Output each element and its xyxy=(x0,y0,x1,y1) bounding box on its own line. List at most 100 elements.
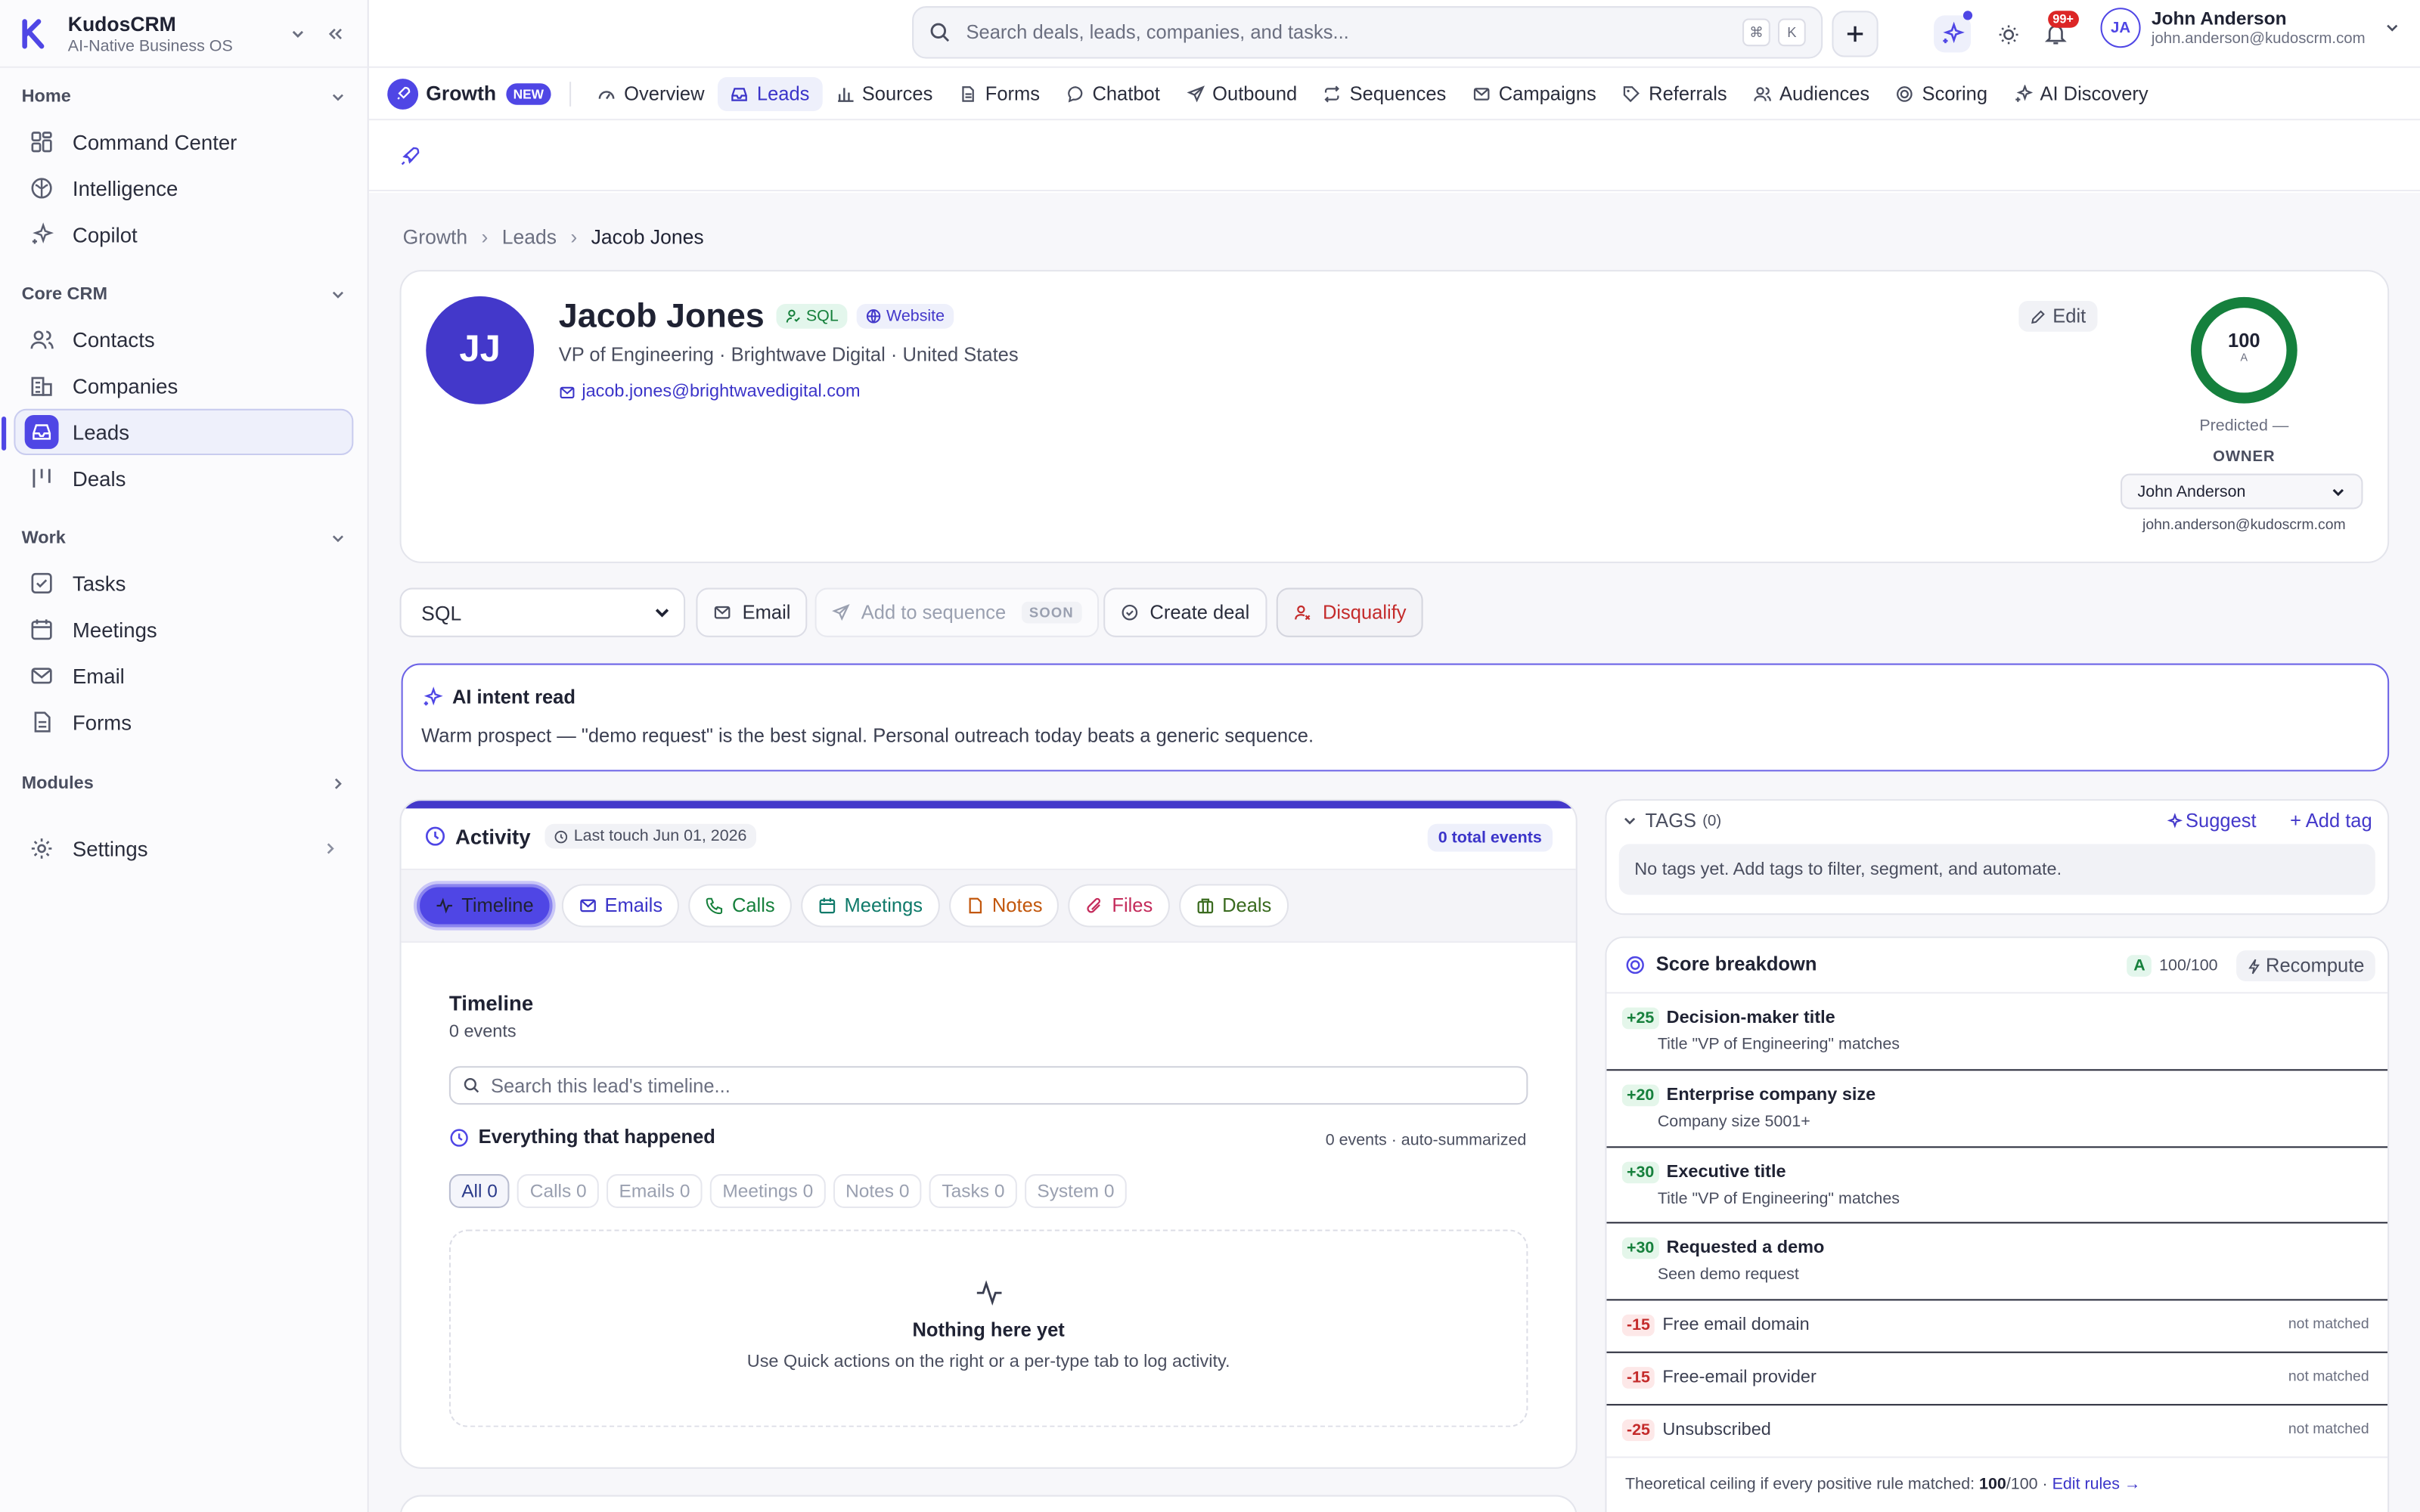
activity-icon xyxy=(976,1280,1002,1306)
activity-title: Activity xyxy=(455,824,531,848)
theme-toggle[interactable] xyxy=(1990,15,2027,52)
tab-sources[interactable]: Sources xyxy=(824,76,945,110)
filter-calls[interactable]: Calls 0 xyxy=(517,1174,599,1208)
sidebar-item-copilot[interactable]: Copilot xyxy=(14,212,353,258)
tab-ai-discovery[interactable]: AI Discovery xyxy=(2001,76,2161,110)
tab-referrals[interactable]: Referrals xyxy=(1610,76,1739,110)
tab-label: Sequences xyxy=(1349,82,1447,104)
section-home[interactable]: Home xyxy=(0,80,368,114)
filter-tasks[interactable]: Tasks 0 xyxy=(929,1174,1017,1208)
send-icon xyxy=(832,603,850,621)
rule-delta: +25 xyxy=(1621,1007,1659,1030)
mail-icon xyxy=(579,899,596,912)
user-menu[interactable]: JA John Anderson john.anderson@kudoscrm.… xyxy=(2100,8,2400,48)
search-input[interactable]: Search deals, leads, companies, and task… xyxy=(966,22,1735,44)
tab-files[interactable]: Files xyxy=(1069,884,1170,928)
tab-notes[interactable]: Notes xyxy=(948,884,1060,928)
breadcrumb-growth[interactable]: Growth xyxy=(403,225,468,249)
tab-audiences[interactable]: Audiences xyxy=(1741,76,1882,110)
sidebar-item-deals[interactable]: Deals xyxy=(14,455,353,501)
timeline-search[interactable]: Search this lead's timeline... xyxy=(448,1066,1528,1105)
tab-scoring[interactable]: Scoring xyxy=(1884,76,2000,110)
repeat-icon xyxy=(1325,85,1340,102)
sidebar-item-intelligence[interactable]: Intelligence xyxy=(14,165,353,211)
sidebar-item-label: Copilot xyxy=(72,222,138,246)
sidebar-item-companies[interactable]: Companies xyxy=(14,363,353,409)
score-rule: +25 Decision-maker title Title "VP of Eng… xyxy=(1606,993,2388,1071)
gear-icon xyxy=(31,838,52,859)
disqualify-button[interactable]: Disqualify xyxy=(1276,587,1424,637)
tab-campaigns[interactable]: Campaigns xyxy=(1460,76,1609,110)
lead-name: Jacob Jones xyxy=(558,296,765,335)
rule-title: Requested a demo xyxy=(1666,1238,1825,1258)
tab-deals[interactable]: Deals xyxy=(1178,884,1289,928)
email-button[interactable]: Email xyxy=(696,587,808,637)
inbox-icon xyxy=(33,424,51,440)
tab-label: Outbound xyxy=(1212,82,1298,104)
rule-title: Decision-maker title xyxy=(1666,1009,1835,1028)
section-modules[interactable]: Modules xyxy=(0,767,368,801)
owner-select[interactable]: John Anderson xyxy=(2121,473,2363,510)
kudos-logo xyxy=(18,16,52,50)
filter-notes[interactable]: Notes 0 xyxy=(833,1174,922,1208)
create-new-button[interactable] xyxy=(1832,11,1879,57)
chat-bubble-icon xyxy=(1067,85,1082,102)
sidebar-item-tasks[interactable]: Tasks xyxy=(14,560,353,606)
tab-forms[interactable]: Forms xyxy=(947,76,1053,110)
global-search[interactable]: Search deals, leads, companies, and task… xyxy=(912,6,1823,59)
add-to-sequence-button[interactable]: Add to sequence SOON xyxy=(814,587,1099,637)
stage-select[interactable]: SQL xyxy=(399,587,686,637)
workspace-switcher[interactable]: KudosCRM AI-Native Business OS xyxy=(0,0,368,68)
edit-button[interactable]: Edit xyxy=(2018,300,2097,332)
section-work[interactable]: Work xyxy=(0,522,368,556)
rocket-icon[interactable] xyxy=(400,145,422,167)
chevron-down-icon[interactable] xyxy=(284,20,312,48)
chevron-right-icon xyxy=(334,778,342,789)
sidebar-item-label: Deals xyxy=(72,466,126,490)
recompute-button[interactable]: Recompute xyxy=(2236,950,2375,981)
sidebar-item-command-center[interactable]: Command Center xyxy=(14,119,353,165)
sidebar-item-meetings[interactable]: Meetings xyxy=(14,606,353,652)
breadcrumb-leads[interactable]: Leads xyxy=(502,225,557,249)
ai-assistant-button[interactable] xyxy=(1934,11,1973,53)
sidebar-item-forms[interactable]: Forms xyxy=(14,699,353,745)
sidebar-item-contacts[interactable]: Contacts xyxy=(14,316,353,362)
tab-meetings[interactable]: Meetings xyxy=(801,884,940,928)
tab-sequences[interactable]: Sequences xyxy=(1311,76,1459,110)
gauge-icon xyxy=(599,90,616,99)
score-footer: Theoretical ceiling if every positive ru… xyxy=(1624,1475,2141,1494)
score-summary: A 100/100 xyxy=(2127,955,2218,977)
tab-chatbot[interactable]: Chatbot xyxy=(1053,76,1172,110)
sidebar-item-leads[interactable]: Leads xyxy=(2,408,354,456)
clock-icon xyxy=(450,1128,468,1146)
tags-header[interactable]: TAGS (0) xyxy=(1622,810,1721,832)
sidebar-item-email[interactable]: Email xyxy=(14,652,353,699)
sidebar-item-settings[interactable]: Settings xyxy=(14,826,353,872)
suggest-tags-button[interactable]: Suggest xyxy=(2165,810,2257,832)
tab-calls[interactable]: Calls xyxy=(688,884,793,928)
section-label: Work xyxy=(21,528,66,548)
file-text-icon xyxy=(34,711,51,733)
search-icon xyxy=(464,1078,479,1093)
tab-overview[interactable]: Overview xyxy=(585,76,717,110)
filter-emails[interactable]: Emails 0 xyxy=(607,1174,703,1208)
edit-rules-link[interactable]: Edit rules → xyxy=(2052,1475,2141,1493)
notifications-button[interactable]: 99+ xyxy=(2037,11,2079,52)
add-tag-button[interactable]: + Add tag xyxy=(2290,810,2372,832)
collapse-sidebar-icon[interactable] xyxy=(321,20,349,48)
tab-label: Audiences xyxy=(1779,82,1870,104)
tab-outbound[interactable]: Outbound xyxy=(1174,76,1309,110)
tab-leads[interactable]: Leads xyxy=(718,76,822,110)
section-core-crm[interactable]: Core CRM xyxy=(0,277,368,311)
filter-system[interactable]: System 0 xyxy=(1025,1174,1127,1208)
filter-all[interactable]: All 0 xyxy=(448,1174,510,1208)
tab-timeline[interactable]: Timeline xyxy=(417,884,553,928)
avatar: JJ xyxy=(426,296,535,404)
total-events-badge: 0 total events xyxy=(1427,823,1553,852)
create-deal-button[interactable]: Create deal xyxy=(1103,587,1267,637)
lead-email-link[interactable]: jacob.jones@brightwavedigital.com xyxy=(559,383,861,401)
timeline-search-input[interactable]: Search this lead's timeline... xyxy=(491,1074,731,1096)
tab-emails[interactable]: Emails xyxy=(561,884,680,928)
sidebar: KudosCRM AI-Native Business OS Home Comm… xyxy=(0,0,369,1512)
filter-meetings[interactable]: Meetings 0 xyxy=(710,1174,826,1208)
